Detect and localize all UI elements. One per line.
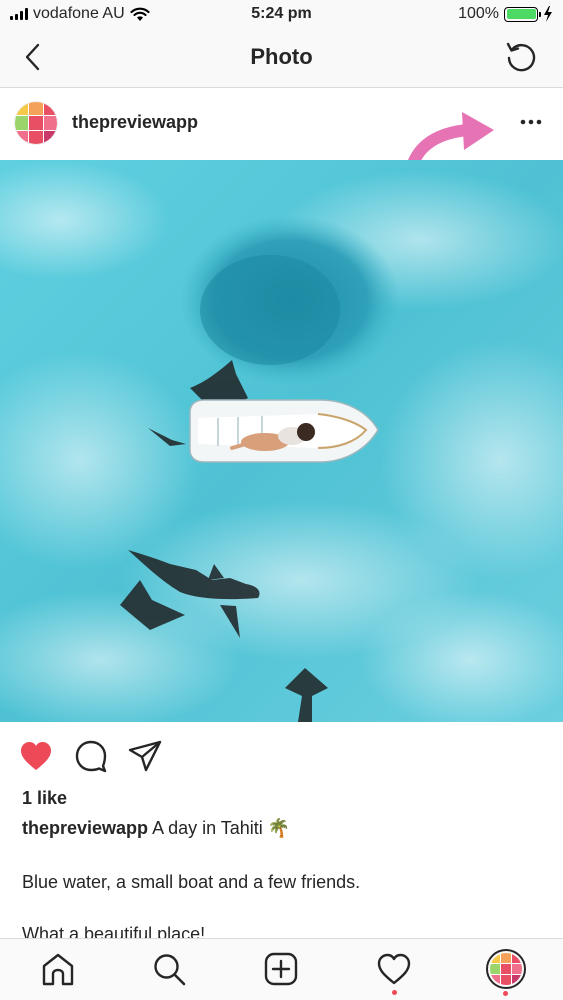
avatar-tile: [29, 130, 43, 144]
likes-count[interactable]: 1 like: [22, 788, 67, 809]
profile-notification-dot: [503, 991, 508, 996]
post-username[interactable]: thepreviewapp: [72, 112, 198, 133]
activity-heart-icon[interactable]: [376, 951, 412, 987]
avatar-tile: [29, 102, 43, 116]
tab-avatar-tile: [512, 953, 522, 963]
tab-bar: [0, 938, 563, 1000]
refresh-icon[interactable]: [503, 40, 539, 76]
avatar-tile: [15, 102, 29, 116]
avatar-tile: [15, 116, 29, 130]
post-actions: [0, 722, 563, 788]
battery-icon: [504, 6, 541, 22]
avatar[interactable]: [14, 101, 58, 145]
status-right: 100%: [458, 5, 553, 23]
home-icon[interactable]: [40, 951, 76, 987]
page-title: Photo: [250, 44, 313, 69]
tab-avatar-tile: [490, 964, 500, 974]
status-bar: vodafone AU 5:24 pm 100%: [0, 0, 563, 30]
activity-notification-dot: [392, 990, 397, 995]
battery-percent: 100%: [458, 5, 499, 22]
tab-avatar-tile: [490, 975, 500, 985]
tab-avatar-tile: [501, 964, 511, 974]
like-heart-icon[interactable]: [18, 738, 54, 774]
post-photo[interactable]: [0, 160, 563, 722]
tab-avatar-tile: [512, 975, 522, 985]
avatar-tile: [43, 116, 57, 130]
tab-avatar-tile: [501, 953, 511, 963]
more-options-icon[interactable]: [515, 110, 547, 134]
profile-avatar-image: [490, 953, 522, 985]
tab-avatar-tile: [501, 975, 511, 985]
search-icon[interactable]: [151, 951, 187, 987]
charging-icon: [544, 6, 552, 22]
comment-icon[interactable]: [73, 738, 109, 774]
avatar-tile: [43, 102, 57, 116]
nav-header: Photo: [0, 30, 563, 88]
new-post-icon[interactable]: [263, 951, 299, 987]
caption-line: Blue water, a small boat and a few frien…: [22, 872, 361, 892]
avatar-tile: [29, 116, 43, 130]
share-send-icon[interactable]: [127, 738, 163, 774]
caption: thepreviewapp A day in Tahiti 🌴: [22, 818, 290, 839]
caption-username[interactable]: thepreviewapp: [22, 818, 148, 838]
tab-avatar-tile: [490, 953, 500, 963]
caption-text: A day in Tahiti 🌴: [152, 818, 291, 838]
profile-tab-avatar[interactable]: [486, 949, 526, 989]
avatar-tile: [15, 130, 29, 144]
avatar-tile: [43, 130, 57, 144]
tab-avatar-tile: [512, 964, 522, 974]
